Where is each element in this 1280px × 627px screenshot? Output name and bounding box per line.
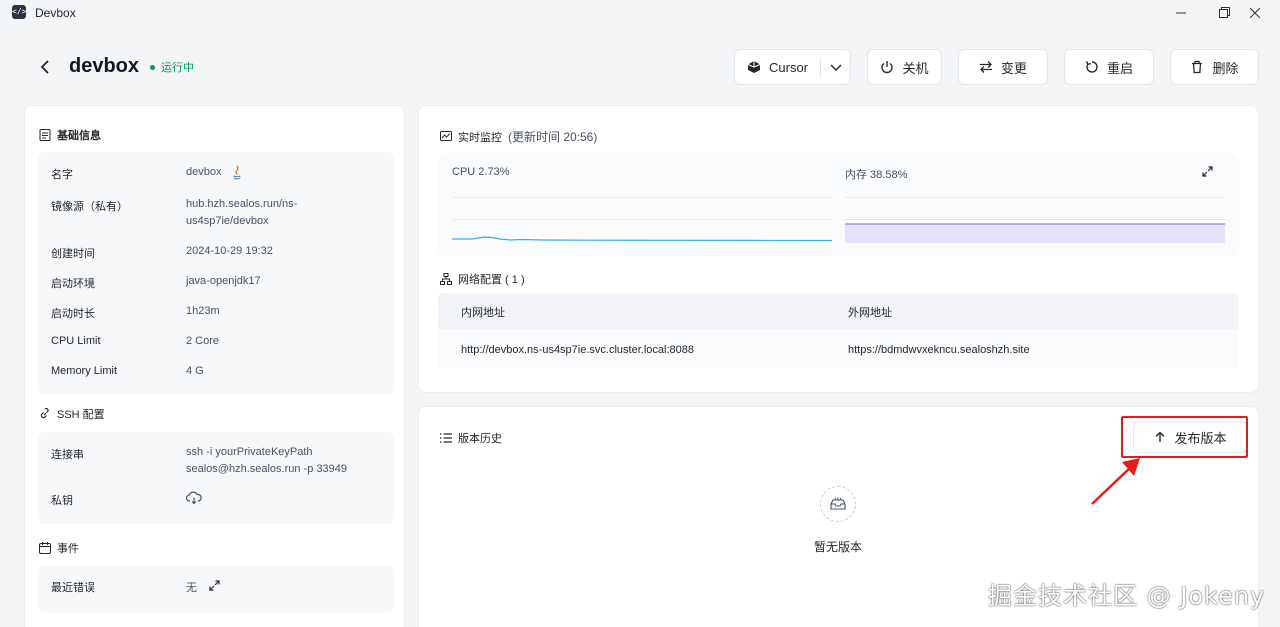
basic-info-title: 基础信息 bbox=[39, 127, 101, 143]
status-dot-icon bbox=[150, 64, 155, 70]
col-internal-address: 内网地址 bbox=[461, 307, 505, 319]
expand-monitor-button[interactable] bbox=[1202, 166, 1213, 180]
restore-icon bbox=[1218, 7, 1230, 18]
cpu-gridline bbox=[452, 197, 832, 198]
title-bar: </> Devbox bbox=[0, 0, 1280, 25]
cursor-ide-icon bbox=[747, 61, 761, 73]
memory-gridline bbox=[845, 197, 1225, 198]
delete-button[interactable]: 删除 bbox=[1170, 49, 1259, 85]
version-history-title: 版本历史 bbox=[440, 430, 502, 446]
cpu-sparkline bbox=[452, 236, 832, 242]
restart-label: 重启 bbox=[1106, 60, 1133, 76]
empty-versions-text: 暂无版本 bbox=[813, 540, 862, 554]
info-value-name: devbox bbox=[186, 164, 243, 181]
minimize-icon bbox=[1176, 12, 1186, 13]
app-logo-icon: </> bbox=[12, 5, 26, 19]
empty-box-icon bbox=[820, 486, 856, 522]
memory-usage-label: 内存 38.58% bbox=[845, 169, 908, 181]
calendar-icon bbox=[39, 542, 51, 554]
change-button[interactable]: 变更 bbox=[958, 49, 1048, 85]
close-icon bbox=[1250, 7, 1260, 18]
memory-area-chart bbox=[845, 223, 1225, 243]
monitor-icon bbox=[440, 131, 452, 141]
app-name: Devbox bbox=[35, 6, 76, 20]
info-label-memory-limit: Memory Limit bbox=[51, 365, 118, 377]
close-window-button[interactable] bbox=[1232, 0, 1278, 25]
ssh-conn-label: 连接串 bbox=[51, 449, 84, 461]
status-badge: 运行中 bbox=[150, 59, 194, 75]
cpu-usage-label: CPU 2.73% bbox=[452, 166, 510, 178]
events-title: 事件 bbox=[39, 540, 79, 556]
back-button[interactable] bbox=[36, 57, 54, 77]
events-box: 最近错误 无 bbox=[38, 565, 394, 613]
restart-button[interactable]: 重启 bbox=[1064, 49, 1154, 85]
basic-info-box: 名字 devbox 镜像源（私有） hub.hzh.sealos.run/ns-… bbox=[38, 152, 394, 395]
internal-address[interactable]: http://devbox.ns-us4sp7ie.svc.cluster.lo… bbox=[461, 344, 694, 356]
watermark-text: 掘金技术社区 @ Jokeny bbox=[988, 582, 1266, 610]
restart-icon bbox=[1085, 61, 1098, 73]
ssh-key-label: 私钥 bbox=[51, 495, 73, 507]
info-label-uptime: 启动时长 bbox=[51, 308, 95, 320]
expand-icon bbox=[209, 580, 220, 591]
network-table-row: http://devbox.ns-us4sp7ie.svc.cluster.lo… bbox=[438, 329, 1238, 369]
status-label: 运行中 bbox=[161, 62, 194, 74]
chevron-left-icon bbox=[40, 60, 49, 74]
col-external-address: 外网地址 bbox=[848, 307, 892, 319]
network-table-header: 内网地址 外网地址 bbox=[438, 293, 1238, 329]
annotation-arrow-icon bbox=[1091, 458, 1140, 505]
release-highlight-box bbox=[1121, 416, 1248, 458]
info-value-runtime: java-openjdk17 bbox=[186, 275, 261, 287]
page-title: devbox bbox=[69, 55, 140, 77]
ide-open-button[interactable]: Cursor bbox=[734, 49, 851, 85]
monitor-title: 实时监控 (更新时间 20:56) bbox=[440, 128, 597, 145]
info-label-image: 镜像源（私有） bbox=[51, 201, 128, 213]
ide-dropdown-toggle[interactable] bbox=[827, 58, 845, 76]
button-divider bbox=[820, 59, 821, 77]
change-label: 变更 bbox=[1000, 60, 1027, 76]
chevron-down-icon bbox=[830, 64, 842, 72]
info-label-created: 创建时间 bbox=[51, 248, 95, 260]
download-key-button[interactable] bbox=[185, 491, 202, 511]
java-icon bbox=[233, 165, 242, 179]
info-value-uptime: 1h23m bbox=[186, 305, 220, 317]
last-error-value: 无 bbox=[186, 580, 220, 597]
info-value-memory-limit: 4 G bbox=[186, 365, 204, 377]
swap-icon bbox=[979, 61, 992, 73]
info-value-image: hub.hzh.sealos.run/ns- us4sp7ie/devbox bbox=[186, 198, 298, 227]
last-error-label: 最近错误 bbox=[51, 582, 95, 594]
external-address-link[interactable]: https://bdmdwvxekncu.sealoshzh.site bbox=[848, 344, 1030, 356]
cpu-gridline bbox=[452, 219, 832, 220]
link-icon bbox=[40, 408, 49, 419]
delete-label: 删除 bbox=[1212, 60, 1239, 76]
network-icon bbox=[440, 273, 452, 285]
trash-icon bbox=[1192, 60, 1203, 74]
info-label-cpu-limit: CPU Limit bbox=[51, 335, 101, 347]
shutdown-label: 关机 bbox=[902, 60, 929, 76]
cloud-download-icon bbox=[185, 491, 202, 505]
info-panel: 基础信息 名字 devbox 镜像源（私有） hub.hzh.sealos.ru… bbox=[24, 105, 405, 627]
memory-gridline bbox=[845, 219, 1225, 220]
ssh-box: 连接串 ssh -i yourPrivateKeyPath sealos@hzh… bbox=[38, 432, 394, 524]
ide-button-label: Cursor bbox=[769, 59, 809, 75]
network-title: 网络配置 ( 1 ) bbox=[440, 271, 525, 287]
ssh-conn-value[interactable]: ssh -i yourPrivateKeyPath sealos@hzh.sea… bbox=[186, 444, 347, 478]
monitor-box: CPU 2.73% 内存 38.58% bbox=[438, 153, 1239, 256]
power-icon bbox=[881, 61, 894, 74]
list-icon bbox=[440, 433, 452, 443]
expand-error-button[interactable] bbox=[209, 580, 220, 597]
info-label-runtime: 启动环境 bbox=[51, 278, 95, 290]
info-value-created: 2024-10-29 19:32 bbox=[186, 245, 273, 257]
shutdown-button[interactable]: 关机 bbox=[867, 49, 942, 85]
ssh-title: SSH 配置 bbox=[39, 406, 105, 422]
minimize-button[interactable] bbox=[1158, 0, 1204, 25]
document-icon bbox=[39, 129, 51, 141]
info-label-name: 名字 bbox=[51, 169, 73, 181]
info-value-cpu-limit: 2 Core bbox=[186, 335, 220, 347]
expand-icon bbox=[1202, 166, 1213, 177]
